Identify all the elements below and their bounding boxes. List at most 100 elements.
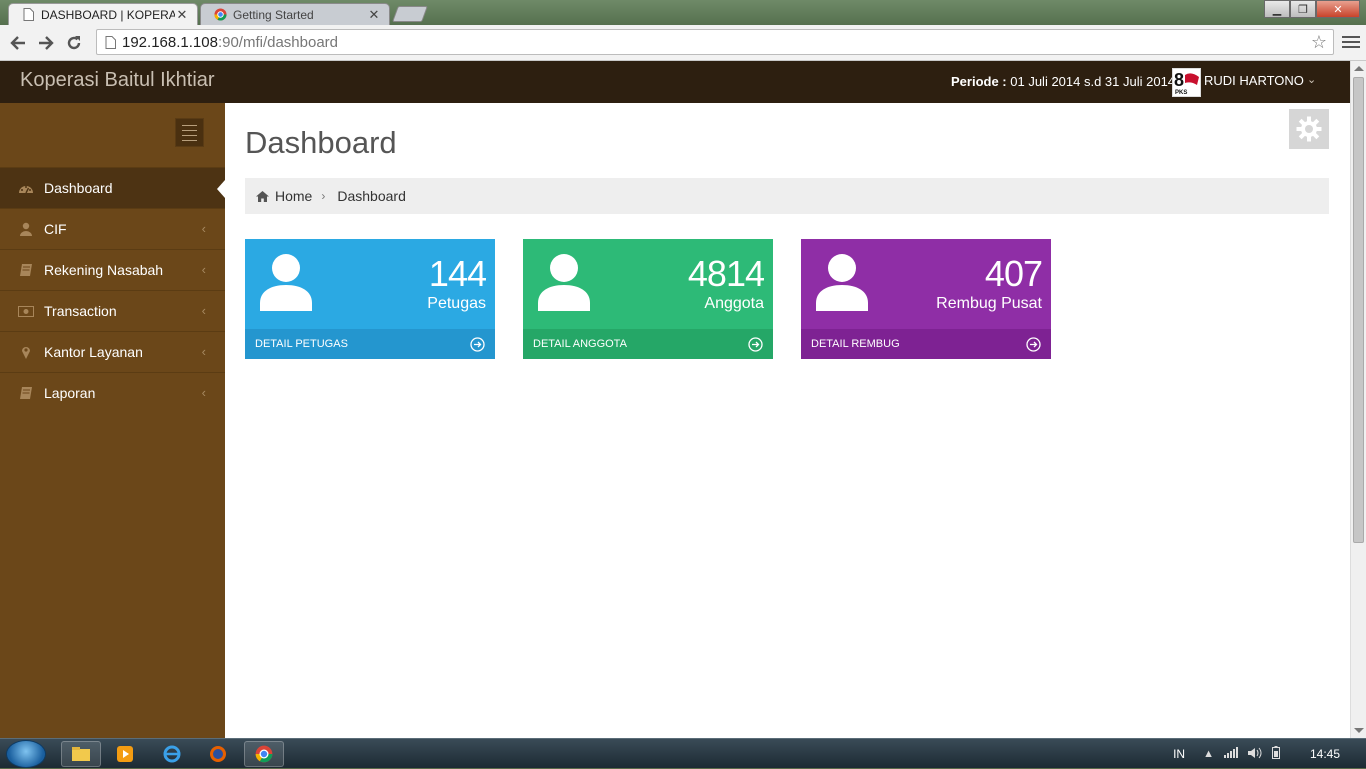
language-indicator[interactable]: IN — [1173, 747, 1185, 761]
book-icon — [17, 262, 35, 278]
window-controls: ▁ ❐ ✕ — [1264, 0, 1360, 18]
reload-icon — [67, 35, 81, 49]
stat-label: Petugas — [427, 295, 486, 312]
system-tray: IN ▲ 14:45 — [1173, 739, 1366, 769]
user-menu-name[interactable]: RUDI HARTONO — [1204, 73, 1304, 88]
scroll-up-icon[interactable] — [1354, 66, 1364, 71]
avatar[interactable]: 8 PKS — [1172, 68, 1201, 97]
chevron-down-icon[interactable]: ⌄ — [1307, 73, 1316, 86]
stat-box-rembug: 407 Rembug Pusat DETAIL REMBUG — [801, 239, 1051, 359]
stat-value: 407 — [984, 253, 1043, 294]
chevron-left-icon: ‹ — [201, 303, 206, 318]
battery-icon[interactable] — [1271, 746, 1280, 762]
sidebar-item-transaction[interactable]: Transaction ‹ — [0, 290, 225, 331]
arrow-circle-right-icon — [470, 337, 485, 355]
breadcrumb-home-link[interactable]: Home — [275, 188, 312, 204]
user-icon — [259, 253, 313, 316]
app-window: Koperasi Baitul Ikhtiar Periode : 01 Jul… — [0, 61, 1350, 738]
volume-icon[interactable] — [1247, 747, 1262, 762]
sidebar-item-rekening-nasabah[interactable]: Rekening Nasabah ‹ — [0, 249, 225, 290]
period-label: Periode : — [951, 74, 1011, 89]
internet-explorer-icon[interactable] — [152, 741, 192, 767]
brand-logo-text[interactable]: Koperasi Baitul Ikhtiar — [20, 69, 215, 92]
media-player-icon[interactable] — [105, 741, 145, 767]
close-icon[interactable]: ✕ — [175, 7, 189, 23]
scroll-down-icon[interactable] — [1354, 728, 1364, 733]
page-title: Dashboard — [245, 125, 397, 160]
home-icon — [256, 190, 269, 202]
chevron-left-icon: ‹ — [201, 385, 206, 400]
bookmark-star-icon[interactable]: ☆ — [1311, 32, 1327, 53]
start-button[interactable] — [6, 740, 46, 768]
detail-anggota-link[interactable]: DETAIL ANGGOTA — [523, 329, 773, 359]
breadcrumb: Home › Dashboard — [245, 178, 1329, 214]
gear-icon — [1296, 116, 1322, 142]
firefox-icon[interactable] — [198, 741, 238, 767]
tab-getting-started[interactable]: Getting Started ✕ — [200, 3, 390, 25]
detail-rembug-link[interactable]: DETAIL REMBUG — [801, 329, 1051, 359]
sidebar-toggle-button[interactable] — [175, 118, 204, 147]
detail-link-label: DETAIL REMBUG — [811, 338, 900, 350]
explorer-icon[interactable] — [61, 741, 101, 767]
arrow-circle-right-icon — [1026, 337, 1041, 355]
money-icon — [17, 303, 35, 319]
minimize-button[interactable]: ▁ — [1264, 0, 1290, 18]
scrollbar-thumb[interactable] — [1353, 77, 1364, 543]
tab-title: Getting Started — [233, 7, 314, 22]
arrow-circle-right-icon — [748, 337, 763, 355]
forward-button[interactable] — [32, 29, 60, 57]
svg-text:8: 8 — [1174, 70, 1184, 90]
forward-arrow-icon — [39, 35, 54, 50]
chevron-left-icon: ‹ — [201, 344, 206, 359]
chrome-icon[interactable] — [244, 741, 284, 767]
tab-title: DASHBOARD | KOPERASI I — [41, 7, 175, 22]
back-arrow-icon — [10, 35, 25, 50]
taskbar: IN ▲ 14:45 — [0, 738, 1366, 768]
sidebar-item-dashboard[interactable]: Dashboard — [0, 167, 225, 208]
stat-value: 144 — [428, 253, 487, 294]
new-tab-button[interactable] — [392, 6, 428, 22]
detail-link-label: DETAIL PETUGAS — [255, 338, 348, 350]
main-content: Dashboard Home › Dashboard 144 Petugas D… — [225, 103, 1350, 738]
stat-value: 4814 — [687, 253, 765, 294]
map-marker-icon — [17, 344, 35, 360]
user-icon — [537, 253, 591, 316]
sidebar-item-label: Rekening Nasabah — [44, 262, 164, 278]
show-hidden-icons-icon[interactable]: ▲ — [1203, 748, 1214, 760]
detail-petugas-link[interactable]: DETAIL PETUGAS — [245, 329, 495, 359]
url-path: :90/mfi/dashboard — [217, 33, 339, 51]
sidebar-item-laporan[interactable]: Laporan ‹ — [0, 372, 225, 413]
clock[interactable]: 14:45 — [1310, 747, 1340, 761]
avatar-caption: PKS — [1175, 90, 1187, 96]
sidebar-menu: Dashboard CIF ‹ Rekening Nasabah ‹ Trans… — [0, 167, 225, 413]
stat-label: Anggota — [704, 295, 764, 312]
sidebar-item-label: CIF — [44, 221, 67, 237]
chevron-right-icon: › — [321, 189, 326, 203]
top-navbar: Koperasi Baitul Ikhtiar Periode : 01 Jul… — [0, 61, 1350, 103]
back-button[interactable] — [4, 29, 32, 57]
browser-menu-icon[interactable] — [1342, 33, 1360, 53]
maximize-button[interactable]: ❐ — [1290, 0, 1316, 18]
browser-tabstrip: DASHBOARD | KOPERASI I ✕ Getting Started… — [0, 0, 1366, 25]
sidebar-item-kantor-layanan[interactable]: Kantor Layanan ‹ — [0, 331, 225, 372]
sidebar-item-label: Kantor Layanan — [44, 344, 143, 360]
url-host: 192.168.1.108 — [122, 33, 218, 51]
sidebar-item-label: Dashboard — [44, 180, 113, 196]
stat-box-petugas: 144 Petugas DETAIL PETUGAS — [245, 239, 495, 359]
stat-label: Rembug Pusat — [936, 295, 1042, 312]
period-value: 01 Juli 2014 s.d 31 Juli 2014 — [1010, 74, 1176, 89]
address-bar[interactable]: 192.168.1.108:90/mfi/dashboard ☆ — [96, 29, 1334, 55]
book-icon — [17, 385, 35, 401]
network-icon[interactable] — [1223, 747, 1238, 761]
close-icon[interactable]: ✕ — [367, 7, 381, 23]
settings-button[interactable] — [1289, 109, 1329, 149]
sidebar-item-cif[interactable]: CIF ‹ — [0, 208, 225, 249]
reload-button[interactable] — [60, 29, 88, 57]
tab-dashboard[interactable]: DASHBOARD | KOPERASI I ✕ — [8, 3, 198, 25]
period-info: Periode : 01 Juli 2014 s.d 31 Juli 2014 — [951, 74, 1175, 89]
page-icon — [21, 8, 35, 22]
vertical-scrollbar[interactable] — [1350, 61, 1366, 738]
window-close-button[interactable]: ✕ — [1316, 0, 1360, 18]
chrome-icon — [213, 8, 227, 22]
sidebar-item-label: Laporan — [44, 385, 96, 401]
